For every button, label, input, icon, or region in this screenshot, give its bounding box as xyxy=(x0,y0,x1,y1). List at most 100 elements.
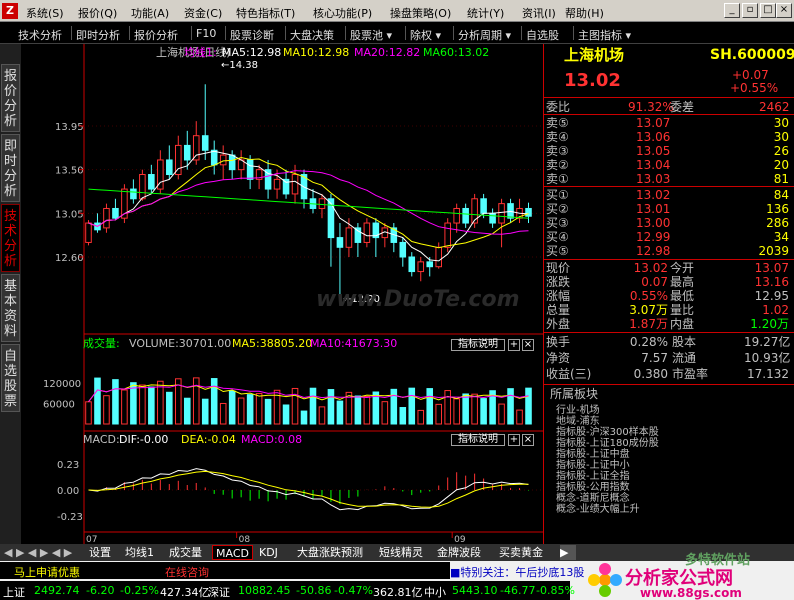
sz-index: 10882.45 xyxy=(238,584,291,597)
close-icon[interactable]: × xyxy=(776,3,792,18)
volume-bar xyxy=(264,398,272,425)
stat-label: 量比 xyxy=(670,303,695,317)
toolbar-item-5[interactable]: 大盘决策 xyxy=(290,27,334,43)
toolbar-item-4[interactable]: 股票诊断 xyxy=(230,27,274,43)
menu-item-1[interactable]: 报价(Q) xyxy=(78,5,117,21)
sector-item[interactable]: 地域-浦东 xyxy=(556,416,600,427)
left-tab-2[interactable]: 技术分析 xyxy=(1,204,20,272)
volume-bar xyxy=(166,391,173,425)
menu-item-6[interactable]: 操盘策略(O) xyxy=(390,5,451,21)
candle-body xyxy=(219,154,227,166)
bottom-tab-4[interactable]: KDJ xyxy=(256,545,281,560)
volume-label: 成交量: xyxy=(83,336,120,350)
toolbar-item-8[interactable]: 分析周期 ▾ xyxy=(458,27,511,43)
toolbar-item-3[interactable]: F10 xyxy=(196,27,216,40)
sector-item[interactable]: 指标股-上证中小 xyxy=(556,460,630,471)
ask-price: 13.07 xyxy=(636,116,671,130)
stat-value: 0.07 xyxy=(641,275,668,289)
candle-body xyxy=(192,135,200,161)
minimize-icon[interactable]: _ xyxy=(724,3,740,18)
restore-icon[interactable]: ▫ xyxy=(742,3,758,18)
bid-label: 买⑤ xyxy=(546,244,569,258)
ask-volume: 30 xyxy=(773,116,789,130)
toolbar-item-6[interactable]: 股票池 ▾ xyxy=(350,27,392,43)
maximize-icon[interactable]: □ xyxy=(760,3,776,18)
volume-bar xyxy=(471,393,478,425)
weicha-value: 2462 xyxy=(759,100,790,114)
menu-item-0[interactable]: 系统(S) xyxy=(26,5,64,21)
stat-label: 最低 xyxy=(670,289,695,303)
toolbar-item-0[interactable]: 技术分析 xyxy=(18,27,62,43)
promo-link[interactable]: 马上申请优惠 xyxy=(14,564,80,580)
bottom-tab-8[interactable]: 买卖黄金 xyxy=(496,545,546,560)
volume-bar xyxy=(381,401,389,425)
toolbar-item-9[interactable]: 自选股 xyxy=(526,27,559,43)
macd-add-button[interactable]: + xyxy=(508,434,520,446)
macd-label: MACD: xyxy=(83,433,120,446)
tab-more-arrow[interactable]: ▶ xyxy=(560,545,576,560)
volume-bar xyxy=(237,397,245,425)
menu-item-9[interactable]: 帮助(H) xyxy=(565,5,604,21)
sector-item[interactable]: 行业-机场 xyxy=(556,405,600,416)
high-label: ←14.38 xyxy=(221,60,258,71)
toolbar-item-1[interactable]: 即时分析 xyxy=(76,27,120,43)
candle-body xyxy=(399,241,407,258)
toolbar-item-2[interactable]: 报价分析 xyxy=(134,27,178,43)
divider xyxy=(544,384,794,385)
app-logo-icon: Z xyxy=(2,3,18,19)
stat-value: 13.16 xyxy=(754,275,789,289)
macd-help-button[interactable]: 指标说明 xyxy=(451,434,505,446)
stat-label: 涨跌 xyxy=(546,275,571,289)
candle-body xyxy=(417,261,425,273)
menu-item-4[interactable]: 特色指标(T) xyxy=(236,5,295,21)
volume-bar xyxy=(426,388,434,425)
ask-label: 卖③ xyxy=(546,144,569,158)
volume-close-button[interactable]: × xyxy=(522,339,534,351)
menu-item-2[interactable]: 功能(A) xyxy=(131,5,169,21)
volume-bar xyxy=(390,388,398,425)
left-tab-3[interactable]: 基本资料 xyxy=(1,274,20,342)
bid-price: 13.00 xyxy=(636,216,671,230)
left-tab-1[interactable]: 即时分析 xyxy=(1,134,20,202)
menu-item-5[interactable]: 核心功能(P) xyxy=(313,5,372,21)
tab-scroll-arrows[interactable]: ◀ ▶ ◀ ▶ ◀ ▶ xyxy=(4,545,80,560)
zx-change: -46.77 xyxy=(500,584,536,597)
toolbar-item-7[interactable]: 除权 ▾ xyxy=(410,27,441,43)
consult-link[interactable]: 在线咨询 xyxy=(165,564,209,580)
bottom-tab-1[interactable]: 均线1 xyxy=(122,545,157,560)
volume-help-button[interactable]: 指标说明 xyxy=(451,339,505,351)
webi-value: 91.32% xyxy=(628,100,674,114)
left-tab-4[interactable]: 自选股票 xyxy=(1,344,20,412)
menu-item-3[interactable]: 资金(C) xyxy=(184,5,222,21)
macd-close-button[interactable]: × xyxy=(522,434,534,446)
volume-bar xyxy=(444,390,451,425)
menu-item-7[interactable]: 统计(Y) xyxy=(467,5,504,21)
sector-item[interactable]: 概念-业绩大幅上升 xyxy=(556,504,640,515)
bottom-tab-2[interactable]: 成交量 xyxy=(166,545,205,560)
bid-volume: 2039 xyxy=(758,244,789,258)
volume-add-button[interactable]: + xyxy=(508,339,520,351)
bottom-tab-6[interactable]: 短线精灵 xyxy=(376,545,426,560)
volume-bar xyxy=(121,389,128,425)
stat-label: 市盈率 xyxy=(672,367,709,381)
sector-item[interactable]: 概念-道斯尼概念 xyxy=(556,493,630,504)
bottom-tab-0[interactable]: 设置 xyxy=(86,545,114,560)
sector-item[interactable]: 指标股-沪深300样本股 xyxy=(556,427,659,438)
menu-item-8[interactable]: 资讯(I) xyxy=(522,5,556,21)
webi-label: 委比 xyxy=(546,100,571,114)
zx-percent: -0.85% xyxy=(536,584,575,597)
sector-item[interactable]: 指标股-公用指数 xyxy=(556,482,630,493)
toolbar-separator xyxy=(71,26,72,40)
toolbar-item-10[interactable]: 主图指标 ▾ xyxy=(578,27,631,43)
left-tab-0[interactable]: 报价分析 xyxy=(1,64,20,132)
sector-item[interactable]: 指标股-上证180成份股 xyxy=(556,438,659,449)
sector-item[interactable]: 指标股-上证全指 xyxy=(556,471,630,482)
bid-label: 买② xyxy=(546,202,569,216)
bottom-tab-7[interactable]: 金牌波段 xyxy=(434,545,484,560)
indicator-name[interactable]: 均线1: xyxy=(184,45,217,59)
notice-text[interactable]: ■特别关注：午后抄底13股 xyxy=(450,564,584,580)
bottom-tab-5[interactable]: 大盘涨跌预测 xyxy=(294,545,366,560)
toolbar-separator xyxy=(225,26,226,40)
bottom-tab-3[interactable]: MACD xyxy=(212,545,253,560)
sector-item[interactable]: 指标股-上证中盘 xyxy=(556,449,630,460)
